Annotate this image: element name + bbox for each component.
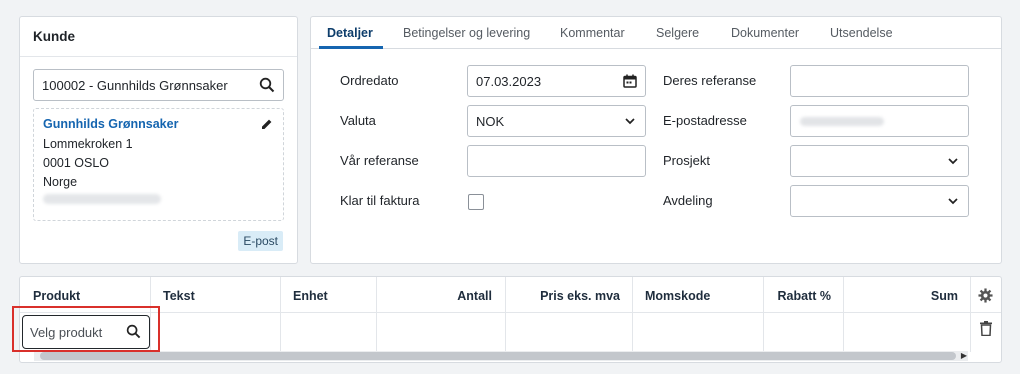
customer-card: Kunde 100002 - Gunnhilds Grønnsaker Gunn… bbox=[19, 16, 298, 264]
department-select[interactable] bbox=[790, 185, 969, 217]
email-address-label: E-postadresse bbox=[663, 113, 747, 128]
column-divider bbox=[970, 277, 971, 352]
currency-label: Valuta bbox=[340, 113, 376, 128]
column-header-pris[interactable]: Pris eks. mva bbox=[518, 289, 620, 303]
gear-icon[interactable] bbox=[978, 288, 993, 303]
our-reference-label: Vår referanse bbox=[340, 153, 419, 168]
chevron-down-icon bbox=[625, 118, 635, 125]
ready-to-invoice-checkbox[interactable] bbox=[468, 194, 484, 210]
email-address-input[interactable] bbox=[790, 105, 969, 137]
chevron-down-icon bbox=[948, 158, 958, 165]
order-lines-card: Produkt Tekst Enhet Antall Pris eks. mva… bbox=[19, 276, 1002, 363]
customer-card-title: Kunde bbox=[33, 29, 75, 44]
column-divider bbox=[505, 277, 506, 352]
details-tabs: Detaljer Betingelser og levering Komment… bbox=[311, 17, 1001, 49]
tab-kommentar[interactable]: Kommentar bbox=[560, 26, 625, 40]
column-divider bbox=[763, 277, 764, 352]
column-header-momskode[interactable]: Momskode bbox=[645, 289, 710, 303]
tab-detaljer[interactable]: Detaljer bbox=[327, 26, 373, 40]
edit-icon[interactable] bbox=[261, 118, 273, 130]
column-header-tekst[interactable]: Tekst bbox=[163, 289, 195, 303]
tab-selgere[interactable]: Selgere bbox=[656, 26, 699, 40]
scrollbar-thumb[interactable] bbox=[40, 352, 956, 360]
column-header-produkt[interactable]: Produkt bbox=[33, 289, 80, 303]
customer-email-redacted bbox=[43, 194, 161, 204]
tab-dokumenter[interactable]: Dokumenter bbox=[731, 26, 799, 40]
search-icon[interactable] bbox=[259, 77, 275, 93]
currency-select[interactable]: NOK bbox=[467, 105, 646, 137]
tab-utsendelse[interactable]: Utsendelse bbox=[830, 26, 893, 40]
customer-address-line1: Lommekroken 1 bbox=[43, 137, 133, 151]
trash-icon[interactable] bbox=[980, 321, 992, 336]
calendar-icon[interactable] bbox=[623, 74, 637, 88]
active-tab-indicator bbox=[319, 46, 383, 49]
column-header-antall[interactable]: Antall bbox=[396, 289, 492, 303]
tab-betingelser[interactable]: Betingelser og levering bbox=[403, 26, 530, 40]
your-reference-label: Deres referanse bbox=[663, 73, 757, 88]
customer-search-value: 100002 - Gunnhilds Grønnsaker bbox=[42, 78, 228, 93]
customer-country: Norge bbox=[43, 175, 78, 189]
customer-info-box: Gunnhilds Grønnsaker Lommekroken 1 0001 … bbox=[33, 108, 284, 221]
order-date-label: Ordredato bbox=[340, 73, 399, 88]
horizontal-scrollbar[interactable]: ▶ bbox=[34, 351, 968, 361]
email-badge-button[interactable]: E-post bbox=[238, 231, 283, 251]
our-reference-input[interactable] bbox=[467, 145, 646, 177]
column-header-sum[interactable]: Sum bbox=[860, 289, 958, 303]
column-divider bbox=[376, 277, 377, 352]
currency-value: NOK bbox=[476, 114, 505, 129]
your-reference-input[interactable] bbox=[790, 65, 969, 97]
email-address-redacted bbox=[800, 117, 884, 126]
details-card: Detaljer Betingelser og levering Komment… bbox=[310, 16, 1002, 264]
order-date-field[interactable]: 07.03.2023 bbox=[467, 65, 646, 97]
project-label: Prosjekt bbox=[663, 153, 710, 168]
highlight-box bbox=[12, 306, 160, 352]
column-header-rabatt[interactable]: Rabatt % bbox=[760, 289, 831, 303]
ready-to-invoice-label: Klar til faktura bbox=[340, 193, 420, 208]
department-label: Avdeling bbox=[663, 193, 713, 208]
column-divider bbox=[843, 277, 844, 352]
order-date-value: 07.03.2023 bbox=[476, 74, 542, 89]
header-divider bbox=[20, 312, 1001, 313]
customer-name-link[interactable]: Gunnhilds Grønnsaker bbox=[43, 117, 178, 131]
customer-address-line2: 0001 OSLO bbox=[43, 156, 110, 170]
chevron-down-icon bbox=[948, 198, 958, 205]
column-divider bbox=[280, 277, 281, 352]
column-divider bbox=[632, 277, 633, 352]
customer-search-input[interactable]: 100002 - Gunnhilds Grønnsaker bbox=[33, 69, 284, 101]
divider bbox=[20, 56, 297, 57]
project-select[interactable] bbox=[790, 145, 969, 177]
scroll-right-arrow-icon[interactable]: ▶ bbox=[961, 351, 967, 360]
column-header-enhet[interactable]: Enhet bbox=[293, 289, 328, 303]
